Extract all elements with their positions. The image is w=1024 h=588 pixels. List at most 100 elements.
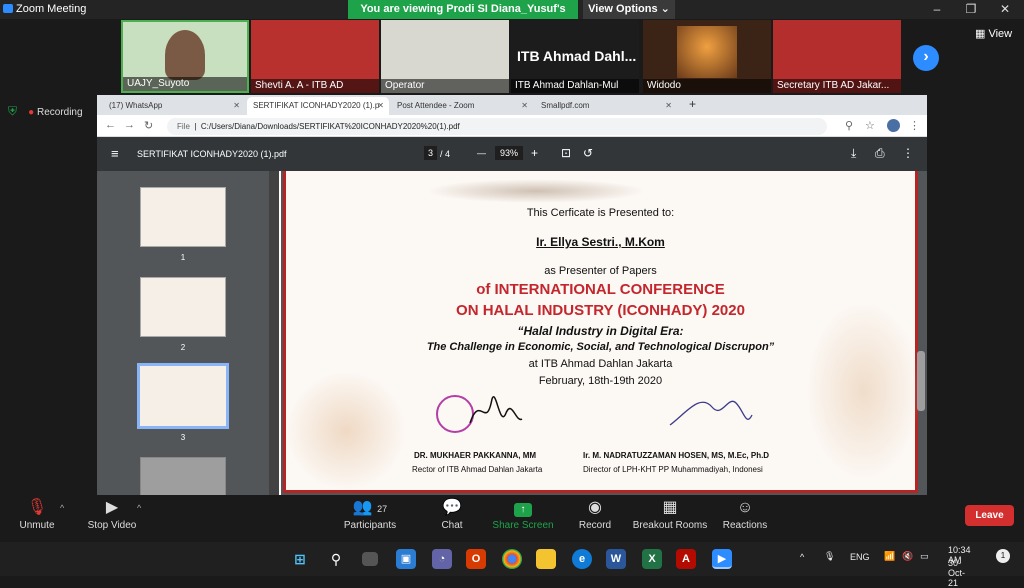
unmute-button[interactable]: 🎙 Unmute [12, 495, 62, 531]
signatory-2-name: Ir. M. NADRATUZZAMAN HOSEN, MS, M.Ec, Ph… [583, 451, 770, 460]
next-page-icon[interactable]: › [913, 45, 939, 71]
recording-label: Recording [36, 107, 83, 118]
venue-text: at ITB Ahmad Dahlan Jakarta [528, 358, 673, 370]
pdf-filename: SERTIFIKAT ICONHADY2020 (1).pdf [137, 149, 287, 159]
print-icon[interactable]: ⎙ [875, 146, 885, 161]
wifi-icon[interactable]: 📶 [884, 551, 895, 562]
zoom-taskbar-icon[interactable]: ▶ [712, 549, 732, 569]
leave-button[interactable]: Leave [965, 505, 1014, 526]
record-label: Record [578, 520, 612, 531]
reactions-button[interactable]: ☺ Reactions [720, 495, 770, 531]
download-icon[interactable]: ⤓ [851, 146, 856, 161]
thumbnail-number: 2 [180, 343, 186, 352]
acrobat-icon[interactable]: A [676, 549, 696, 569]
close-button[interactable]: ✕ [988, 0, 1022, 19]
theme-line-1: “Halal Industry in Digital Era: [517, 324, 684, 338]
back-icon[interactable]: ← [105, 119, 116, 131]
share-screen-button[interactable]: ↑ Share Screen [492, 495, 554, 531]
zoom-meeting-toolbar: 🎙 Unmute ^ ▶ Stop Video ^ 👥 27 Participants… [0, 495, 1024, 542]
reload-icon[interactable]: ↻ [144, 119, 153, 132]
view-button[interactable]: ▦ View [975, 27, 1012, 40]
chat-bubble-icon: 💬 [442, 499, 462, 516]
stop-video-button[interactable]: ▶ Stop Video [84, 495, 140, 531]
menu-kebab-icon[interactable]: ⋮ [909, 119, 920, 132]
page-thumbnail[interactable] [140, 277, 226, 337]
word-icon[interactable]: W [606, 549, 626, 569]
participant-tile[interactable]: Widodo [643, 20, 771, 93]
task-view-icon[interactable] [362, 552, 378, 566]
close-tab-icon[interactable]: ✕ [665, 97, 672, 115]
more-options-icon[interactable]: ⋮ [902, 146, 914, 160]
hamburger-menu-icon[interactable]: ≡ [111, 146, 119, 161]
page-scrollbar-thumb[interactable] [917, 351, 925, 411]
page-thumbnail[interactable] [140, 187, 226, 247]
page-thumbnail[interactable] [140, 457, 226, 495]
file-explorer-icon[interactable] [536, 549, 556, 569]
tab-post-attendee[interactable]: Post Attendee - Zoom ✕ [391, 97, 533, 115]
close-tab-icon[interactable]: ✕ [233, 97, 240, 115]
excel-icon[interactable]: X [642, 549, 662, 569]
notification-badge[interactable]: 1 [996, 549, 1010, 563]
microphone-icon[interactable]: 🎙 [824, 551, 835, 562]
shield-icon: ⛨ [8, 104, 18, 118]
search-icon[interactable]: ⚲ [326, 549, 346, 569]
zoom-level-input[interactable]: 93% [495, 146, 524, 160]
participant-tile[interactable]: UAJY_Suyoto [121, 20, 249, 93]
tab-label: Smallpdf.com [541, 101, 590, 110]
conference-line-2: ON HALAL INDUSTRY (ICONHADY) 2020 [456, 302, 745, 319]
address-url: C:/Users/Diana/Downloads/SERTIFIKAT%20IC… [200, 122, 460, 131]
thumbnail-number: 1 [180, 253, 186, 262]
address-input[interactable]: File | C:/Users/Diana/Downloads/SERTIFIK… [167, 118, 827, 135]
windows-start-icon[interactable]: ⊞ [290, 549, 310, 569]
tab-smallpdf[interactable]: Smallpdf.com ✕ [535, 97, 677, 115]
page-number-input[interactable]: 3 [424, 146, 438, 160]
tab-label: (17) WhatsApp [109, 101, 163, 110]
forward-icon[interactable]: → [124, 119, 135, 131]
video-options-caret-icon[interactable]: ^ [137, 503, 141, 513]
viewing-screen-banner: You are viewing Prodi SI Diana_Yusuf's s… [348, 0, 578, 34]
chat-button[interactable]: 💬 Chat [430, 495, 474, 531]
new-tab-button[interactable]: + [689, 97, 696, 111]
widgets-icon[interactable]: ▣ [396, 549, 416, 569]
tab-certificate-pdf[interactable]: SERTIFIKAT ICONHADY2020 (1).p ✕ [247, 97, 389, 115]
tab-whatsapp[interactable]: (17) WhatsApp ✕ [103, 97, 245, 115]
zoom-icon[interactable]: ⚲ [845, 119, 853, 132]
teams-chat-icon[interactable]: ◔ [432, 549, 452, 569]
language-indicator[interactable]: ENG [850, 552, 870, 562]
event-date: February, 18th-19th 2020 [538, 375, 663, 387]
audio-options-caret-icon[interactable]: ^ [60, 503, 64, 513]
participant-tile[interactable]: Shevti A. A - ITB AD [251, 20, 379, 93]
clock-date[interactable]: 30-Oct-21 [948, 558, 965, 588]
minimize-button[interactable]: – [920, 0, 954, 19]
participant-name: Secretary ITB AD Jakar... [773, 79, 901, 93]
participant-tile[interactable]: Operator [381, 20, 509, 93]
thumbnail-scrollbar[interactable] [269, 171, 279, 495]
office-icon[interactable]: O [466, 549, 486, 569]
close-tab-icon[interactable]: ✕ [521, 97, 528, 115]
fit-page-icon[interactable]: ⊡ [561, 146, 571, 160]
zoom-in-button[interactable]: + [531, 146, 538, 160]
breakout-rooms-button[interactable]: ▦ Breakout Rooms [630, 495, 710, 531]
rotate-icon[interactable]: ↺ [583, 146, 593, 160]
participants-button[interactable]: 👥 27 Participants [340, 495, 400, 531]
speaker-muted-icon[interactable]: 🔇 [902, 551, 913, 562]
close-tab-icon[interactable]: ✕ [377, 97, 384, 115]
tray-overflow-icon[interactable]: ^ [800, 552, 804, 562]
edge-icon[interactable]: e [572, 549, 592, 569]
maximize-button[interactable]: ❐ [954, 0, 988, 19]
participant-video [165, 30, 205, 80]
zoom-out-button[interactable]: — [477, 148, 486, 158]
participant-tile[interactable]: ITB Ahmad Dahl... ITB Ahmad Dahlan-Mul [511, 20, 639, 93]
participant-tile[interactable]: Secretary ITB AD Jakar... [773, 20, 901, 93]
bookmark-star-icon[interactable]: ☆ [865, 119, 875, 132]
battery-icon[interactable]: ▭ [920, 551, 929, 562]
stop-video-label: Stop Video [87, 520, 137, 531]
mic-muted-icon: 🎙 [26, 499, 48, 516]
participant-name: Widodo [643, 79, 771, 93]
profile-avatar[interactable] [887, 119, 900, 132]
view-options-button[interactable]: View Options ⌄ [583, 0, 675, 19]
page-thumbnail-selected[interactable] [137, 363, 229, 429]
breakout-label: Breakout Rooms [632, 520, 708, 531]
chrome-icon[interactable] [502, 549, 522, 569]
record-button[interactable]: ◉ Record [574, 495, 616, 531]
